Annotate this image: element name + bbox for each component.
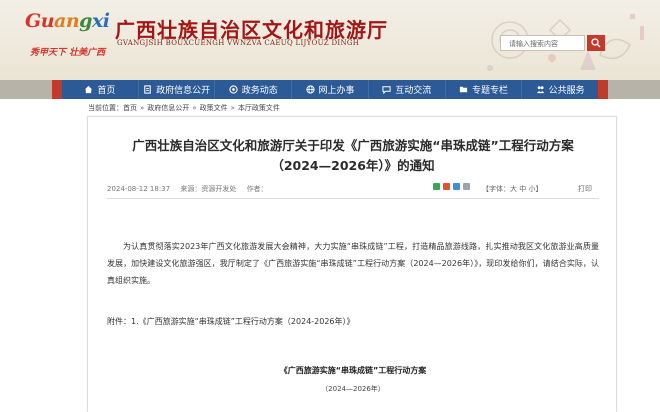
article-body: 为认真贯彻落实2023年广西文化旅游发展大会精神，大力实施“串珠成链”工程，打造… [107, 238, 599, 289]
body-paragraph: 为认真贯彻落实2023年广西文化旅游发展大会精神，大力实施“串珠成链”工程，打造… [107, 242, 599, 285]
nav-item-public-service[interactable]: 公共服务 [522, 80, 598, 99]
weibo-share-icon[interactable] [443, 183, 450, 190]
breadcrumb-separator: » [192, 104, 197, 112]
breadcrumb-link-government-info[interactable]: 政府信息公开 [147, 103, 189, 113]
breadcrumb-link-dept-policy-files[interactable]: 本厅政策文件 [238, 103, 280, 113]
article-title-line-1: 广西壮族自治区文化和旅游厅关于印发《广西旅游实施“串珠成链”工程行动方案 [132, 138, 574, 153]
chat-icon [382, 85, 391, 94]
wechat-share-icon[interactable] [433, 183, 440, 190]
site-logo[interactable]: Guangxi 秀甲天下 壮美广西 [22, 7, 110, 58]
nav-bar: 首页 政府信息公开 政务动态 网上办事 互动交流 专题专栏 公共服务 [62, 80, 598, 99]
nav-item-label: 首页 [97, 86, 116, 96]
nav-item-label: 政务动态 [241, 86, 278, 96]
nav-item-special-topics[interactable]: 专题专栏 [446, 80, 523, 99]
font-size-switcher[interactable]: 【字体：大 中 小】 [482, 184, 542, 194]
breadcrumb-separator: » [140, 104, 145, 112]
breadcrumb: 当前位置： 首页 » 政府信息公开 » 政策文件 » 本厅政策文件 [88, 102, 280, 114]
folder-icon [459, 85, 468, 94]
nav-cap-left [52, 80, 62, 99]
people-icon [536, 85, 545, 94]
nav-item-label: 专题专栏 [471, 86, 508, 96]
meta-divider [107, 198, 599, 199]
breadcrumb-prefix: 当前位置： [88, 104, 123, 112]
nav-item-home[interactable]: 首页 [62, 80, 139, 99]
attachment-link[interactable]: 附件：1.《广西旅游实施“串珠成链”工程行动方案（2024-2026年）》 [107, 316, 599, 327]
nav-item-interaction[interactable]: 互动交流 [369, 80, 446, 99]
share-buttons [433, 183, 470, 190]
nav-item-online-service[interactable]: 网上办事 [292, 80, 369, 99]
search-icon [591, 38, 601, 48]
article-container: 广西壮族自治区文化和旅游厅关于印发《广西旅游实施“串珠成链”工程行动方案 （20… [87, 116, 617, 412]
qzone-share-icon[interactable] [453, 183, 460, 190]
nav-item-government-info[interactable]: 政府信息公开 [139, 80, 216, 99]
publish-date: 2024-08-12 18:37 [107, 185, 171, 193]
nav-item-label: 网上办事 [318, 86, 355, 96]
breadcrumb-link-policy-files[interactable]: 政策文件 [200, 103, 228, 113]
globe-icon [305, 85, 315, 94]
breadcrumb-link-home[interactable]: 首页 [123, 103, 137, 113]
search-input[interactable]: 请输入搜索内容 [500, 35, 585, 51]
site-subtitle: GVANGJSIH BOUXCUENGH VWNZVA CAEUQ LIJYOU… [117, 39, 360, 47]
site-header: Guangxi 秀甲天下 壮美广西 广西壮族自治区文化和旅游厅 GVANGJSI… [0, 0, 660, 80]
search-button[interactable] [587, 35, 605, 51]
logo-slogan: 秀甲天下 壮美广西 [30, 48, 106, 58]
article-title: 广西壮族自治区文化和旅游厅关于印发《广西旅游实施“串珠成链”工程行动方案 （20… [88, 136, 618, 176]
print-link[interactable]: 打印 [578, 184, 592, 194]
nav-item-label: 政府信息公开 [156, 86, 211, 96]
document-icon [143, 85, 152, 94]
document-title: 《广西旅游实施“串珠成链”工程行动方案 [279, 366, 427, 375]
nav-item-label: 互动交流 [395, 86, 432, 96]
nav-cap-right [598, 80, 608, 99]
article-source: 来源：资源开发处 [180, 185, 237, 193]
article-title-line-2: （2024—2026年）》的通知 [271, 158, 435, 173]
article-meta: 2024-08-12 18:37 来源：资源开发处 作者： [107, 184, 276, 194]
document-date-range: （2024—2026年） [321, 385, 385, 393]
home-icon [84, 85, 93, 94]
logo-wordmark: Guangxi [25, 10, 110, 32]
article-author: 作者： [246, 185, 268, 193]
main-nav: 首页 政府信息公开 政务动态 网上办事 互动交流 专题专栏 公共服务 [0, 80, 660, 99]
nav-item-news[interactable]: 政务动态 [215, 80, 293, 99]
nav-item-label: 公共服务 [548, 86, 585, 96]
more-share-icon[interactable] [463, 183, 470, 190]
news-icon [229, 85, 238, 94]
breadcrumb-separator: » [230, 104, 235, 112]
